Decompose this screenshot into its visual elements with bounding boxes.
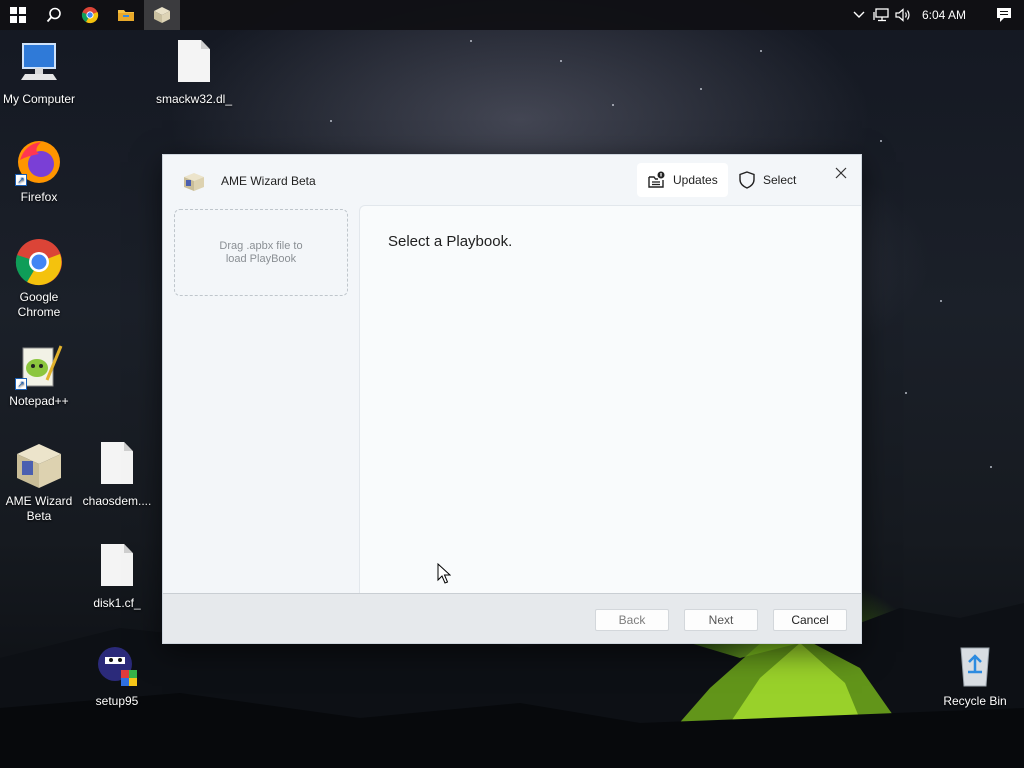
desktop-icon-notepad-plus-plus[interactable]: ↗ Notepad++	[0, 342, 78, 409]
desktop-icon-label: My Computer	[2, 92, 76, 106]
desktop-icon-disk1[interactable]: disk1.cf_	[78, 544, 156, 611]
windows-logo-icon	[10, 7, 26, 23]
chrome-icon	[81, 7, 99, 24]
shortcut-arrow-icon: ↗	[15, 378, 27, 390]
desktop-icon-firefox[interactable]: ↗ Firefox	[0, 138, 78, 205]
playbook-dropzone[interactable]: Drag .apbx file to load PlayBook	[174, 209, 348, 296]
select-button[interactable]: Select	[729, 163, 806, 197]
back-button[interactable]: Back	[595, 609, 669, 631]
mouse-cursor-icon	[437, 563, 451, 584]
chrome-icon	[15, 238, 63, 286]
desktop-icon-recycle-bin[interactable]: Recycle Bin	[936, 642, 1014, 709]
desktop-icon-label: AME Wizard Beta	[5, 494, 73, 523]
chrome-taskbar-button[interactable]	[72, 0, 108, 30]
setup-icon	[93, 642, 141, 690]
window-titlebar[interactable]: AME Wizard Beta Updates Select	[163, 155, 861, 207]
ame-wizard-window: AME Wizard Beta Updates Select Drag .apb…	[162, 154, 862, 644]
action-center-button[interactable]	[984, 0, 1024, 30]
updates-label: Updates	[673, 173, 718, 187]
show-hidden-icons-button[interactable]	[848, 0, 870, 30]
computer-icon	[15, 40, 63, 88]
window-title: AME Wizard Beta	[221, 174, 316, 188]
notepad-plus-plus-icon: ↗	[15, 342, 63, 390]
ame-wizard-taskbar-button[interactable]	[144, 0, 180, 30]
desktop-icon-label: setup95	[95, 694, 139, 708]
desktop-icon-label: Google Chrome	[17, 290, 61, 319]
chevron-up-icon	[853, 11, 865, 18]
desktop-icon-label: Recycle Bin	[943, 694, 1007, 708]
desktop-icon-google-chrome[interactable]: Google Chrome	[0, 238, 78, 320]
file-explorer-taskbar-button[interactable]	[108, 0, 144, 30]
speaker-icon	[895, 8, 910, 22]
shortcut-arrow-icon: ↗	[15, 174, 27, 186]
wizard-footer: Back Next Cancel	[163, 593, 861, 643]
desktop-icon-setup95[interactable]: setup95	[78, 642, 156, 709]
system-tray: 6:04 AM	[848, 0, 1024, 30]
recycle-bin-icon	[951, 642, 999, 690]
desktop-icon-ame-wizard-beta[interactable]: AME Wizard Beta	[0, 442, 78, 524]
firefox-icon: ↗	[15, 138, 63, 186]
file-icon	[170, 40, 218, 88]
network-button[interactable]	[870, 0, 892, 30]
cancel-button[interactable]: Cancel	[773, 609, 847, 631]
search-button[interactable]	[36, 0, 72, 30]
file-icon	[93, 442, 141, 490]
desktop-icon-chaosdem[interactable]: chaosdem....	[78, 442, 156, 509]
playbook-sidebar: Drag .apbx file to load PlayBook	[163, 207, 359, 593]
ame-box-icon	[154, 7, 170, 23]
main-content-panel: Select a Playbook.	[359, 205, 861, 593]
search-icon	[46, 7, 61, 23]
notification-icon	[997, 8, 1011, 22]
desktop-icon-smackw32[interactable]: smackw32.dl_	[155, 40, 233, 107]
desktop-icon-label: smackw32.dl_	[155, 92, 233, 106]
updates-icon	[648, 171, 665, 188]
desktop-icon-label: chaosdem....	[82, 494, 152, 508]
shield-icon	[739, 171, 755, 189]
desktop-icon-label: Notepad++	[9, 394, 69, 408]
content-title: Select a Playbook.	[388, 233, 513, 250]
file-icon	[93, 544, 141, 592]
close-icon	[835, 167, 847, 179]
desktop-icon-label: Firefox	[20, 190, 58, 204]
taskbar-clock[interactable]: 6:04 AM	[914, 8, 984, 22]
updates-button[interactable]: Updates	[637, 163, 728, 197]
folder-icon	[118, 10, 134, 21]
network-icon	[873, 8, 889, 22]
close-button[interactable]	[829, 161, 853, 185]
taskbar: 6:04 AM	[0, 0, 1024, 30]
select-label: Select	[763, 173, 797, 187]
start-button[interactable]	[0, 0, 36, 30]
desktop-icon-my-computer[interactable]: My Computer	[0, 40, 78, 107]
ame-box-icon	[15, 442, 63, 490]
next-button[interactable]: Next	[684, 609, 758, 631]
volume-button[interactable]	[892, 0, 914, 30]
desktop-icon-label: disk1.cf_	[93, 596, 141, 610]
dropzone-text: Drag .apbx file to load PlayBook	[219, 239, 303, 265]
ame-box-icon	[184, 173, 204, 191]
